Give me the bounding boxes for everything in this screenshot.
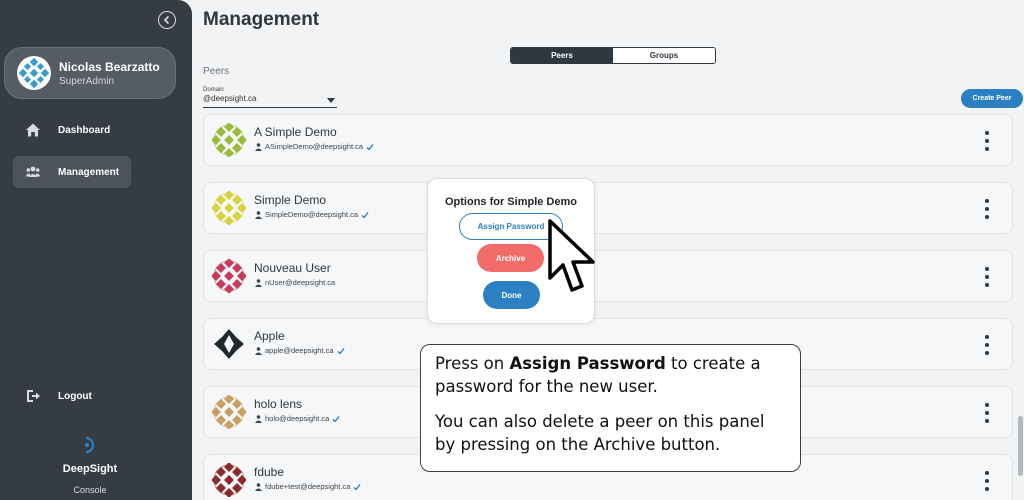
profile-card[interactable]: Nicolas Bearzatto SuperAdmin [4,47,176,99]
modal-title: Options for Simple Demo [444,196,577,208]
peer-email-row: SimpleDemo@deepsight.ca [255,210,369,219]
person-icon [255,278,262,287]
chevron-left-icon [163,15,170,25]
peer-email: nUser@deepsight.ca [265,278,336,287]
more-options-icon[interactable] [984,335,990,355]
pointer-cursor-icon [548,219,595,292]
sidebar: Nicolas Bearzatto SuperAdmin Dashboard M… [0,0,192,500]
peer-name: Nouveau User [254,261,331,275]
users-icon [25,166,41,177]
peer-name: fdube [254,465,285,479]
callout-paragraph-1: Press on Assign Password to create a pas… [435,352,786,398]
verified-check-icon [366,143,374,151]
verified-check-icon [337,347,345,355]
brand-subtitle: Console [73,485,107,495]
section-label: Peers [203,66,230,77]
peer-email: SimpleDemo@deepsight.ca [265,210,359,219]
create-peer-button[interactable]: Create Peer [961,89,1023,108]
callout-text: Press on [435,354,510,373]
peer-email: apple@deepsight.ca [265,346,334,355]
sidebar-item-label: Dashboard [58,124,111,136]
peer-email: ASimpleDemo@deepsight.ca [265,142,364,151]
peer-identicon-icon [212,191,246,225]
tutorial-callout: Press on Assign Password to create a pas… [420,344,801,472]
peer-identicon-icon [212,123,246,157]
page-title: Management [203,9,320,30]
tab-peers[interactable]: Peers [511,48,613,63]
peer-card[interactable]: A Simple Demo ASimpleDemo@deepsight.ca [203,114,1013,166]
peer-card[interactable]: Simple Demo SimpleDemo@deepsight.ca [203,182,1013,234]
peer-identicon-icon [212,259,246,293]
peers-groups-toggle: Peers Groups [510,47,716,64]
verified-check-icon [332,415,340,423]
more-options-icon[interactable] [984,471,990,491]
peer-name: Apple [254,329,285,343]
person-icon [255,346,262,355]
more-options-icon[interactable] [984,267,990,287]
deepsight-logo-icon [84,436,95,454]
more-options-icon[interactable] [984,403,990,423]
sidebar-item-dashboard[interactable]: Dashboard [13,114,131,146]
brand-name: DeepSight [62,463,118,475]
peer-email-row: fdube+test@deepsight.ca [255,482,361,491]
profile-name: Nicolas Bearzatto [59,59,160,74]
scrollbar[interactable] [1018,416,1023,476]
avatar [17,56,51,90]
peer-email-row: holo@deepsight.ca [255,414,340,423]
domain-value: @deepsight.ca [203,94,257,103]
peer-email: fdube+test@deepsight.ca [265,482,351,491]
verified-check-icon [353,483,361,491]
peer-identicon-icon [212,395,246,429]
person-icon [255,142,262,151]
caret-down-icon [327,98,335,103]
peer-name: Simple Demo [254,193,327,207]
sidebar-item-label: Management [58,166,120,178]
peer-identicon-icon [214,329,244,359]
collapse-sidebar-button[interactable] [158,11,176,29]
person-icon [255,482,262,491]
callout-paragraph-2: You can also delete a peer on this panel… [435,412,765,454]
more-options-icon[interactable] [984,199,990,219]
more-options-icon[interactable] [984,131,990,151]
logout-button[interactable]: Logout [13,380,131,412]
peer-name: holo lens [254,397,303,411]
callout-bold: Assign Password [509,354,666,373]
domain-label: Domain [203,87,224,93]
person-icon [255,210,262,219]
home-icon [26,123,40,137]
logout-icon [27,390,40,402]
sidebar-item-management[interactable]: Management [13,156,131,188]
peer-card[interactable]: Nouveau User nUser@deepsight.ca [203,250,1013,302]
domain-select[interactable]: Domain @deepsight.ca [203,87,337,108]
person-icon [255,414,262,423]
done-button[interactable]: Done [483,281,540,309]
peer-email-row: ASimpleDemo@deepsight.ca [255,142,374,151]
peer-email: holo@deepsight.ca [265,414,330,423]
logout-label: Logout [58,390,92,402]
brand: DeepSight Console [0,436,180,495]
profile-role: SuperAdmin [59,75,115,87]
peer-identicon-icon [212,463,246,497]
verified-check-icon [361,211,369,219]
archive-button[interactable]: Archive [477,244,544,272]
tab-groups[interactable]: Groups [613,48,715,63]
peer-name: A Simple Demo [254,125,337,139]
peer-email-row: nUser@deepsight.ca [255,278,335,287]
peer-email-row: apple@deepsight.ca [255,346,345,355]
